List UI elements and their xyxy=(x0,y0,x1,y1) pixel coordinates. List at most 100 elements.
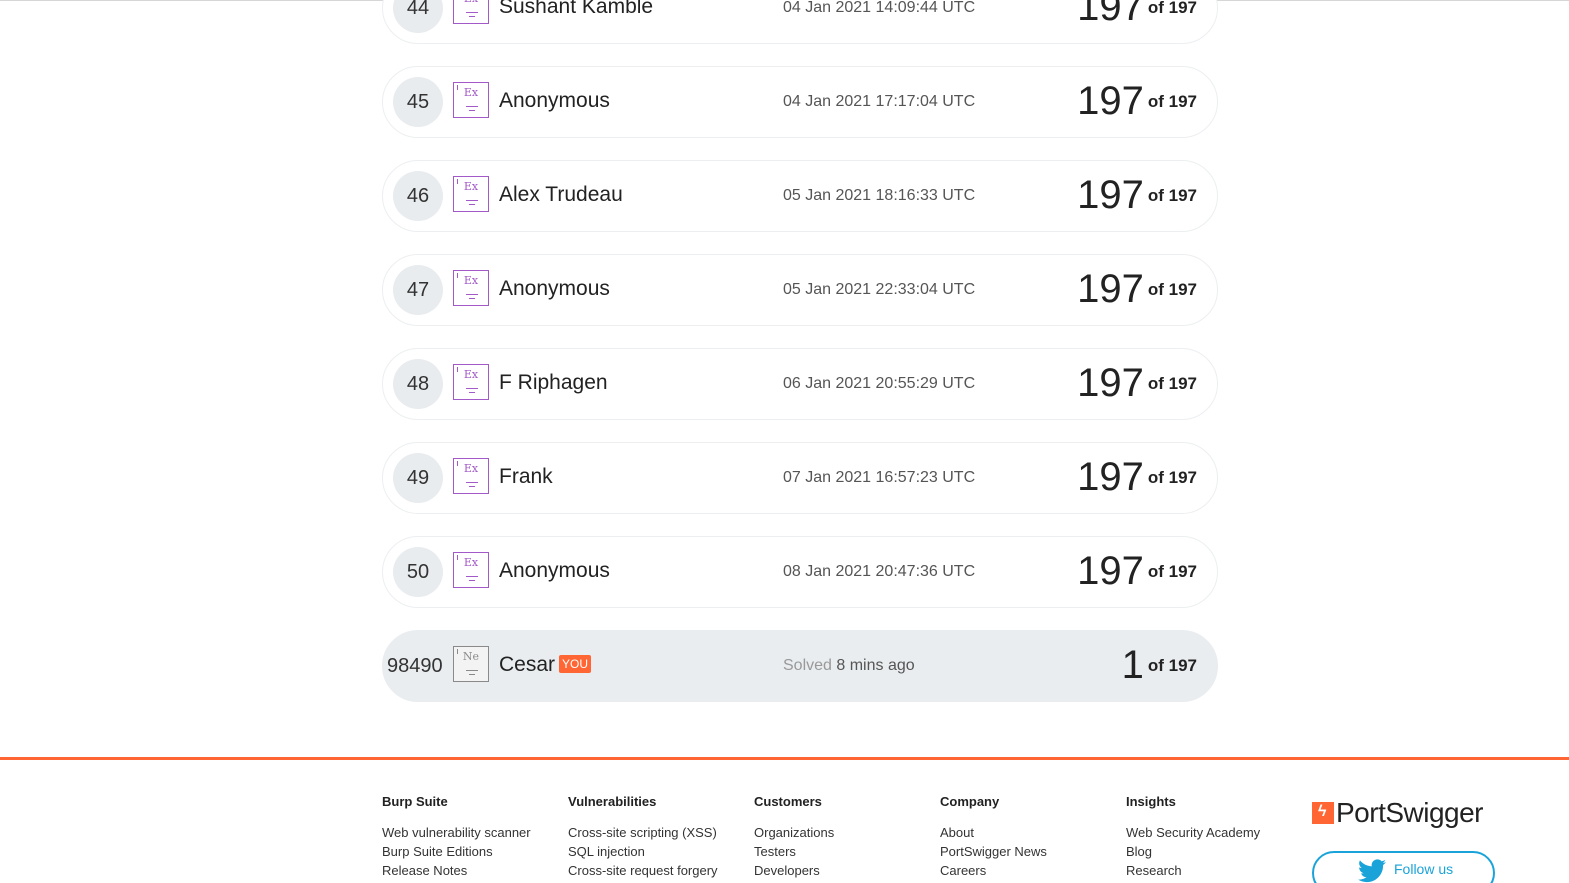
score-total: of 197 xyxy=(1147,279,1197,299)
rank-badge-icon: Ne xyxy=(453,646,489,682)
score-value: 197 xyxy=(1077,0,1144,29)
badge-label: Ex xyxy=(463,556,479,569)
solved-label: Solved xyxy=(783,657,832,674)
rank-number: 47 xyxy=(393,265,443,315)
solve-time: Solved 8 mins ago xyxy=(783,657,915,675)
solve-time: 05 Jan 2021 22:33:04 UTC xyxy=(783,281,976,298)
badge-label: Ex xyxy=(463,368,479,381)
footer-link[interactable]: Web vulnerability scanner xyxy=(382,823,562,842)
footer-column-title: Company xyxy=(940,794,1000,809)
score: 197 of 197 xyxy=(1077,79,1197,124)
footer-link[interactable]: PortSwigger News xyxy=(940,842,1120,861)
score-value: 1 xyxy=(1121,643,1144,687)
leaderboard-row: 47 Ex Anonymous 05 Jan 2021 22:33:04 UTC 197… xyxy=(382,254,1218,326)
badge-label: Ex xyxy=(463,180,479,193)
solve-time: 04 Jan 2021 17:17:04 UTC xyxy=(783,93,976,110)
leaderboard-row: 48 Ex F Riphagen 06 Jan 2021 20:55:29 UTC 19… xyxy=(382,348,1218,420)
rank-badge-icon: Ex xyxy=(453,176,489,212)
footer-link[interactable]: Release Notes xyxy=(382,861,562,880)
rank-number: 46 xyxy=(393,171,443,221)
rank-number: 98490 xyxy=(387,655,443,677)
score-total: of 197 xyxy=(1147,185,1197,205)
badge-label: Ne xyxy=(462,650,480,663)
solved-ago: 8 mins ago xyxy=(836,657,915,674)
portswigger-logo[interactable]: ϟ PortSwigger xyxy=(1312,797,1484,828)
footer-link[interactable]: Cross-site scripting (XSS) xyxy=(568,823,748,842)
score-total: of 197 xyxy=(1147,0,1197,17)
score-value: 197 xyxy=(1077,79,1144,123)
rank-number: 45 xyxy=(393,77,443,127)
rank-number: 49 xyxy=(393,453,443,503)
score: 1 of 197 xyxy=(1122,643,1197,688)
score-total: of 197 xyxy=(1147,91,1197,111)
player-name: Anonymous xyxy=(499,559,610,582)
footer-column-title: Vulnerabilities xyxy=(568,794,657,809)
twitter-bird-icon xyxy=(1358,859,1386,883)
leaderboard-row-current-user: 98490 Ne Cesar YOU Solved 8 mins ago 1 of 197 xyxy=(382,630,1218,702)
leaderboard-list: 44 Ex Sushant Kamble 04 Jan 2021 14:09:44 U… xyxy=(382,0,1218,724)
score-total: of 197 xyxy=(1147,467,1197,487)
you-badge: YOU xyxy=(559,655,592,673)
badge-label: Ex xyxy=(454,0,488,5)
footer-link[interactable]: About xyxy=(940,823,1120,842)
player-name-text: Cesar xyxy=(499,653,556,676)
score: 197 of 197 xyxy=(1077,267,1197,312)
rank-badge-icon: Ex xyxy=(453,82,489,118)
player-name: Alex Trudeau xyxy=(499,183,623,206)
portswigger-logo-icon: ϟ xyxy=(1312,802,1334,824)
rank-badge-icon: Ex xyxy=(453,458,489,494)
footer-link[interactable]: SQL injection xyxy=(568,842,748,861)
score-value: 197 xyxy=(1077,173,1144,217)
score-value: 197 xyxy=(1077,549,1144,593)
score-total: of 197 xyxy=(1147,655,1197,675)
solve-time: 04 Jan 2021 14:09:44 UTC xyxy=(783,0,976,16)
leaderboard-row: 49 Ex Frank 07 Jan 2021 16:57:23 UTC 197 of 1… xyxy=(382,442,1218,514)
footer-link[interactable]: Organizations xyxy=(754,823,934,842)
player-name: Cesar YOU xyxy=(499,653,592,677)
score: 197 of 197 xyxy=(1077,361,1197,406)
footer-column-vulnerabilities: Vulnerabilities Cross-site scripting (XS… xyxy=(568,794,748,880)
footer-link[interactable]: Web Security Academy xyxy=(1126,823,1306,842)
logo-text: PortSwigger xyxy=(1336,797,1484,828)
rank-badge-icon: Ex xyxy=(453,0,489,24)
leaderboard-row: 50 Ex Anonymous 08 Jan 2021 20:47:36 UTC 197… xyxy=(382,536,1218,608)
score-total: of 197 xyxy=(1147,561,1197,581)
rank-number: 44 xyxy=(393,0,443,33)
footer-column-insights: Insights Web Security Academy Blog Resea… xyxy=(1126,794,1306,880)
footer-column-burp-suite: Burp Suite Web vulnerability scanner Bur… xyxy=(382,794,562,880)
twitter-follow-button[interactable]: Follow us xyxy=(1312,851,1495,883)
footer-column-customers: Customers Organizations Testers Develope… xyxy=(754,794,934,880)
player-name: Anonymous xyxy=(499,89,610,112)
score-value: 197 xyxy=(1077,267,1144,311)
rank-badge-icon: Ex xyxy=(453,270,489,306)
solve-time: 08 Jan 2021 20:47:36 UTC xyxy=(783,563,976,580)
footer-column-title: Burp Suite xyxy=(382,794,448,809)
footer-link[interactable]: Developers xyxy=(754,861,934,880)
score-total: of 197 xyxy=(1147,373,1197,393)
score-value: 197 xyxy=(1077,361,1144,405)
player-name: F Riphagen xyxy=(499,371,608,394)
score-value: 197 xyxy=(1077,455,1144,499)
footer-link[interactable]: Testers xyxy=(754,842,934,861)
badge-label: Ex xyxy=(463,462,479,475)
footer-link[interactable]: Research xyxy=(1126,861,1306,880)
footer-accent-bar xyxy=(0,757,1569,760)
footer-link[interactable]: Burp Suite Editions xyxy=(382,842,562,861)
footer-column-title: Insights xyxy=(1126,794,1176,809)
footer-link[interactable]: Careers xyxy=(940,861,1120,880)
player-name: Sushant Kamble xyxy=(499,0,654,18)
solve-time: 06 Jan 2021 20:55:29 UTC xyxy=(783,375,976,392)
footer-link[interactable]: Blog xyxy=(1126,842,1306,861)
score: 197 of 197 xyxy=(1077,549,1197,594)
leaderboard-row: 46 Ex Alex Trudeau 05 Jan 2021 18:16:33 UTC… xyxy=(382,160,1218,232)
footer-column-company: Company About PortSwigger News Careers xyxy=(940,794,1120,880)
leaderboard-row: 44 Ex Sushant Kamble 04 Jan 2021 14:09:44 U… xyxy=(382,0,1218,44)
leaderboard-row: 45 Ex Anonymous 04 Jan 2021 17:17:04 UTC 197… xyxy=(382,66,1218,138)
badge-label: Ex xyxy=(463,86,479,99)
footer-link[interactable]: Cross-site request forgery xyxy=(568,861,748,880)
rank-number: 48 xyxy=(393,359,443,409)
rank-number: 50 xyxy=(393,547,443,597)
solve-time: 07 Jan 2021 16:57:23 UTC xyxy=(783,469,976,486)
follow-label: Follow us xyxy=(1394,861,1454,877)
rank-badge-icon: Ex xyxy=(453,364,489,400)
